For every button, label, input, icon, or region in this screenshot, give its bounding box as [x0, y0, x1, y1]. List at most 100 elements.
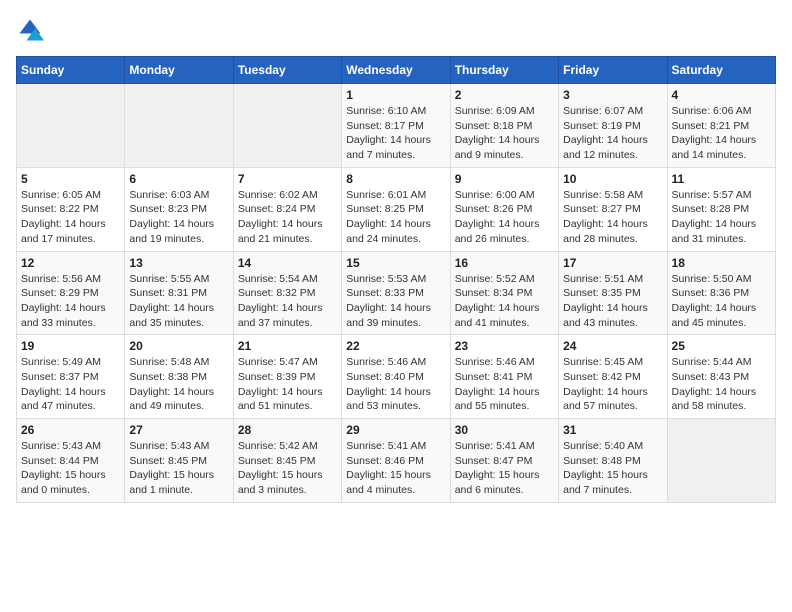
calendar-cell: 2 Sunrise: 6:09 AMSunset: 8:18 PMDaylight… [450, 84, 558, 168]
day-number: 15 [346, 256, 445, 270]
calendar-cell: 11 Sunrise: 5:57 AMSunset: 8:28 PMDayligh… [667, 167, 775, 251]
day-info: Sunrise: 5:44 AMSunset: 8:43 PMDaylight:… [672, 355, 771, 414]
day-info: Sunrise: 5:45 AMSunset: 8:42 PMDaylight:… [563, 355, 662, 414]
day-number: 7 [238, 172, 337, 186]
day-number: 6 [129, 172, 228, 186]
day-info: Sunrise: 5:43 AMSunset: 8:45 PMDaylight:… [129, 439, 228, 498]
day-number: 17 [563, 256, 662, 270]
day-info: Sunrise: 5:58 AMSunset: 8:27 PMDaylight:… [563, 188, 662, 247]
day-number: 13 [129, 256, 228, 270]
calendar-cell: 3Sunrise: 6:07 AMSunset: 8:19 PMDaylight… [559, 84, 667, 168]
day-number: 16 [455, 256, 554, 270]
day-number: 20 [129, 339, 228, 353]
calendar-cell: 19 Sunrise: 5:49 AMSunset: 8:37 PMDayligh… [17, 335, 125, 419]
day-number: 9 [455, 172, 554, 186]
calendar-cell: 17 Sunrise: 5:51 AMSunset: 8:35 PMDayligh… [559, 251, 667, 335]
day-info: Sunrise: 5:47 AMSunset: 8:39 PMDaylight:… [238, 355, 337, 414]
week-row-4: 19 Sunrise: 5:49 AMSunset: 8:37 PMDayligh… [17, 335, 776, 419]
weekday-header-wednesday: Wednesday [342, 57, 450, 84]
calendar-cell: 5 Sunrise: 6:05 AMSunset: 8:22 PMDaylight… [17, 167, 125, 251]
calendar-table: SundayMondayTuesdayWednesdayThursdayFrid… [16, 56, 776, 503]
day-info: Sunrise: 5:52 AMSunset: 8:34 PMDaylight:… [455, 272, 554, 331]
calendar-cell: 9 Sunrise: 6:00 AMSunset: 8:26 PMDaylight… [450, 167, 558, 251]
day-info: Sunrise: 5:55 AMSunset: 8:31 PMDaylight:… [129, 272, 228, 331]
calendar-cell: 25 Sunrise: 5:44 AMSunset: 8:43 PMDayligh… [667, 335, 775, 419]
day-info: Sunrise: 6:02 AMSunset: 8:24 PMDaylight:… [238, 188, 337, 247]
day-info: Sunrise: 5:57 AMSunset: 8:28 PMDaylight:… [672, 188, 771, 247]
day-number: 3 [563, 88, 662, 102]
calendar-cell: 6 Sunrise: 6:03 AMSunset: 8:23 PMDaylight… [125, 167, 233, 251]
calendar-cell: 7 Sunrise: 6:02 AMSunset: 8:24 PMDaylight… [233, 167, 341, 251]
day-info: Sunrise: 5:41 AMSunset: 8:47 PMDaylight:… [455, 439, 554, 498]
day-info: Sunrise: 5:49 AMSunset: 8:37 PMDaylight:… [21, 355, 120, 414]
calendar-cell: 30 Sunrise: 5:41 AMSunset: 8:47 PMDayligh… [450, 419, 558, 503]
calendar-cell: 8Sunrise: 6:01 AMSunset: 8:25 PMDaylight… [342, 167, 450, 251]
day-info: Sunrise: 5:46 AMSunset: 8:41 PMDaylight:… [455, 355, 554, 414]
logo [16, 16, 48, 44]
calendar-cell: 4Sunrise: 6:06 AMSunset: 8:21 PMDaylight… [667, 84, 775, 168]
calendar-cell: 1 Sunrise: 6:10 AMSunset: 8:17 PMDaylight… [342, 84, 450, 168]
day-info: Sunrise: 5:48 AMSunset: 8:38 PMDaylight:… [129, 355, 228, 414]
calendar-cell: 14 Sunrise: 5:54 AMSunset: 8:32 PMDayligh… [233, 251, 341, 335]
day-number: 4 [672, 88, 771, 102]
calendar-cell: 16 Sunrise: 5:52 AMSunset: 8:34 PMDayligh… [450, 251, 558, 335]
day-number: 2 [455, 88, 554, 102]
day-number: 14 [238, 256, 337, 270]
calendar-cell: 24 Sunrise: 5:45 AMSunset: 8:42 PMDayligh… [559, 335, 667, 419]
day-info: Sunrise: 5:51 AMSunset: 8:35 PMDaylight:… [563, 272, 662, 331]
calendar-cell [125, 84, 233, 168]
calendar-cell [667, 419, 775, 503]
weekday-header-saturday: Saturday [667, 57, 775, 84]
day-number: 21 [238, 339, 337, 353]
day-info: Sunrise: 5:54 AMSunset: 8:32 PMDaylight:… [238, 272, 337, 331]
calendar-cell: 28 Sunrise: 5:42 AMSunset: 8:45 PMDayligh… [233, 419, 341, 503]
page-header [16, 16, 776, 44]
calendar-cell: 10 Sunrise: 5:58 AMSunset: 8:27 PMDayligh… [559, 167, 667, 251]
week-row-1: 1 Sunrise: 6:10 AMSunset: 8:17 PMDaylight… [17, 84, 776, 168]
day-info: Sunrise: 5:40 AMSunset: 8:48 PMDaylight:… [563, 439, 662, 498]
day-info: Sunrise: 5:46 AMSunset: 8:40 PMDaylight:… [346, 355, 445, 414]
weekday-header-sunday: Sunday [17, 57, 125, 84]
day-number: 23 [455, 339, 554, 353]
weekday-header-tuesday: Tuesday [233, 57, 341, 84]
calendar-header: SundayMondayTuesdayWednesdayThursdayFrid… [17, 57, 776, 84]
calendar-cell: 18Sunrise: 5:50 AMSunset: 8:36 PMDayligh… [667, 251, 775, 335]
day-number: 1 [346, 88, 445, 102]
calendar-cell: 20 Sunrise: 5:48 AMSunset: 8:38 PMDayligh… [125, 335, 233, 419]
day-number: 24 [563, 339, 662, 353]
day-number: 27 [129, 423, 228, 437]
calendar-cell [17, 84, 125, 168]
day-number: 8 [346, 172, 445, 186]
calendar-cell: 23 Sunrise: 5:46 AMSunset: 8:41 PMDayligh… [450, 335, 558, 419]
day-info: Sunrise: 6:03 AMSunset: 8:23 PMDaylight:… [129, 188, 228, 247]
day-number: 19 [21, 339, 120, 353]
day-number: 28 [238, 423, 337, 437]
weekday-row: SundayMondayTuesdayWednesdayThursdayFrid… [17, 57, 776, 84]
calendar-body: 1 Sunrise: 6:10 AMSunset: 8:17 PMDaylight… [17, 84, 776, 503]
day-number: 31 [563, 423, 662, 437]
day-info: Sunrise: 6:00 AMSunset: 8:26 PMDaylight:… [455, 188, 554, 247]
calendar-cell [233, 84, 341, 168]
calendar-cell: 31 Sunrise: 5:40 AMSunset: 8:48 PMDayligh… [559, 419, 667, 503]
day-number: 5 [21, 172, 120, 186]
day-number: 22 [346, 339, 445, 353]
day-number: 10 [563, 172, 662, 186]
calendar-cell: 26Sunrise: 5:43 AMSunset: 8:44 PMDayligh… [17, 419, 125, 503]
day-info: Sunrise: 5:43 AMSunset: 8:44 PMDaylight:… [21, 439, 120, 498]
day-info: Sunrise: 5:50 AMSunset: 8:36 PMDaylight:… [672, 272, 771, 331]
week-row-3: 12Sunrise: 5:56 AMSunset: 8:29 PMDayligh… [17, 251, 776, 335]
calendar-cell: 12Sunrise: 5:56 AMSunset: 8:29 PMDayligh… [17, 251, 125, 335]
day-info: Sunrise: 5:53 AMSunset: 8:33 PMDaylight:… [346, 272, 445, 331]
week-row-5: 26Sunrise: 5:43 AMSunset: 8:44 PMDayligh… [17, 419, 776, 503]
day-info: Sunrise: 6:05 AMSunset: 8:22 PMDaylight:… [21, 188, 120, 247]
day-number: 25 [672, 339, 771, 353]
day-info: Sunrise: 6:10 AMSunset: 8:17 PMDaylight:… [346, 104, 445, 163]
day-number: 11 [672, 172, 771, 186]
day-number: 30 [455, 423, 554, 437]
day-info: Sunrise: 6:09 AMSunset: 8:18 PMDaylight:… [455, 104, 554, 163]
day-info: Sunrise: 5:42 AMSunset: 8:45 PMDaylight:… [238, 439, 337, 498]
calendar-cell: 27 Sunrise: 5:43 AMSunset: 8:45 PMDayligh… [125, 419, 233, 503]
day-info: Sunrise: 5:56 AMSunset: 8:29 PMDaylight:… [21, 272, 120, 331]
calendar-cell: 21 Sunrise: 5:47 AMSunset: 8:39 PMDayligh… [233, 335, 341, 419]
calendar-cell: 15 Sunrise: 5:53 AMSunset: 8:33 PMDayligh… [342, 251, 450, 335]
